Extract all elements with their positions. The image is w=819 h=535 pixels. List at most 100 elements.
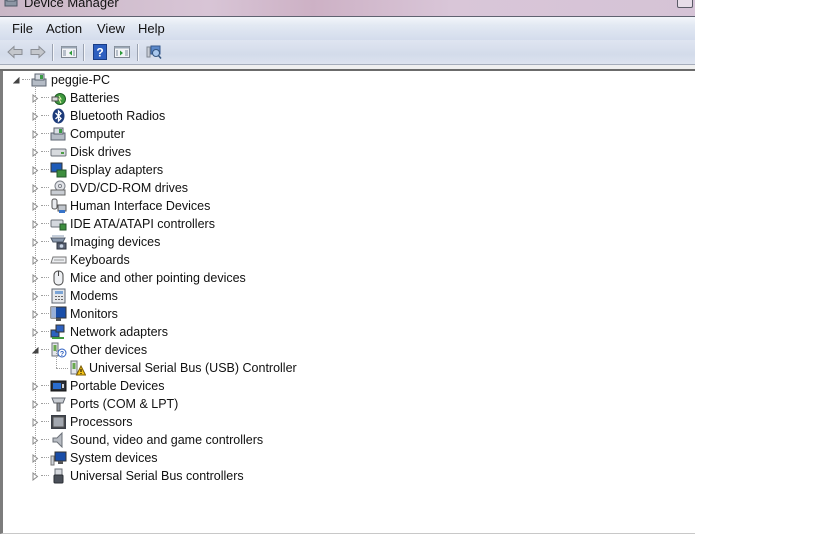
collapse-arrow-icon[interactable] (12, 76, 21, 85)
tree-item[interactable]: Sound, video and game controllers (31, 431, 263, 449)
keyboard-icon (50, 252, 67, 268)
battery-icon (50, 90, 67, 106)
ide-controller-icon (50, 216, 67, 232)
expand-arrow-icon[interactable] (31, 183, 40, 193)
tree-connector (41, 241, 49, 243)
usb-icon (50, 468, 67, 484)
expand-arrow-icon[interactable] (31, 453, 40, 463)
network-adapter-icon (50, 324, 67, 340)
expand-arrow-icon[interactable] (31, 381, 40, 391)
monitor-icon (50, 306, 67, 322)
tree-item[interactable]: Universal Serial Bus controllers (31, 467, 244, 485)
tree-connector (41, 205, 49, 207)
tree-item[interactable]: ? Other devices (31, 341, 147, 359)
expand-arrow-icon[interactable] (31, 273, 40, 283)
window-title: Device Manager (24, 0, 119, 10)
expand-arrow-icon[interactable] (31, 147, 40, 157)
tree-root[interactable]: peggie-PC (12, 71, 110, 89)
tree-connector (41, 115, 49, 117)
tree-connector (41, 439, 49, 441)
mouse-icon (50, 270, 67, 286)
expand-arrow-icon[interactable] (31, 237, 40, 247)
scan-hardware-changes-icon (146, 45, 162, 59)
tree-item[interactable]: Human Interface Devices (31, 197, 210, 215)
tree-item-label: Modems (70, 289, 118, 303)
tree-item[interactable]: Disk drives (31, 143, 131, 161)
tree-connector (41, 295, 49, 297)
tree-item[interactable]: Processors (31, 413, 133, 431)
tree-connector (41, 313, 49, 315)
back-button[interactable] (6, 43, 24, 61)
expand-arrow-icon[interactable] (31, 471, 40, 481)
tree-item[interactable]: Imaging devices (31, 233, 160, 251)
system-device-icon (50, 450, 67, 466)
tree-item[interactable]: Computer (31, 125, 125, 143)
tree-connector (41, 421, 49, 423)
tree-item[interactable]: Mice and other pointing devices (31, 269, 246, 287)
collapse-arrow-icon[interactable] (31, 346, 40, 355)
tree-item[interactable]: System devices (31, 449, 158, 467)
expand-arrow-icon[interactable] (31, 309, 40, 319)
tree-item[interactable]: Modems (31, 287, 118, 305)
back-arrow-icon (7, 45, 23, 59)
tree-item-label: Universal Serial Bus (USB) Controller (89, 361, 297, 375)
device-manager-window: Device Manager File Action View Help ? p… (0, 0, 695, 535)
tree-child-item[interactable]: Universal Serial Bus (USB) Controller (69, 359, 297, 377)
tree-item[interactable]: Batteries (31, 89, 119, 107)
tree-connector (41, 349, 49, 351)
tree-connector (22, 79, 30, 81)
tree-item-label: Human Interface Devices (70, 199, 211, 213)
help-button[interactable]: ? (91, 43, 109, 61)
warning-device-icon (69, 360, 86, 376)
tree-item-label: Universal Serial Bus controllers (70, 469, 244, 483)
menu-action[interactable]: Action (46, 21, 82, 36)
forward-button[interactable] (29, 43, 47, 61)
tree-item-label: System devices (70, 451, 158, 465)
imaging-device-icon (50, 234, 67, 250)
menu-file[interactable]: File (12, 21, 33, 36)
expand-arrow-icon[interactable] (31, 165, 40, 175)
scan-hardware-button[interactable] (145, 43, 163, 61)
expand-arrow-icon[interactable] (31, 327, 40, 337)
tree-connector (41, 331, 49, 333)
show-hide-console-tree-button[interactable] (60, 43, 78, 61)
expand-arrow-icon[interactable] (31, 201, 40, 211)
expand-arrow-icon[interactable] (31, 219, 40, 229)
computer-icon (31, 72, 48, 88)
tree-connector (41, 133, 49, 135)
display-adapter-icon (50, 162, 67, 178)
tree-item[interactable]: IDE ATA/ATAPI controllers (31, 215, 215, 233)
dvd-drive-icon (50, 180, 67, 196)
expand-arrow-icon[interactable] (31, 399, 40, 409)
tree-item[interactable]: Ports (COM & LPT) (31, 395, 178, 413)
tree-item-label: Disk drives (70, 145, 132, 159)
menu-view[interactable]: View (97, 21, 125, 36)
tree-connector (41, 277, 49, 279)
window-control-button[interactable] (677, 0, 693, 8)
expand-arrow-icon[interactable] (31, 129, 40, 139)
expand-arrow-icon[interactable] (31, 417, 40, 427)
expand-arrow-icon[interactable] (31, 435, 40, 445)
tree-item[interactable]: Display adapters (31, 161, 163, 179)
tree-item[interactable]: Keyboards (31, 251, 130, 269)
show-hide-action-pane-button[interactable] (113, 43, 131, 61)
expand-arrow-icon[interactable] (31, 111, 40, 121)
tree-item-label: Sound, video and game controllers (70, 433, 264, 447)
expand-arrow-icon[interactable] (31, 93, 40, 103)
tree-item[interactable]: DVD/CD-ROM drives (31, 179, 188, 197)
tree-item[interactable]: Monitors (31, 305, 118, 323)
menu-help[interactable]: Help (138, 21, 165, 36)
tree-connector (41, 457, 49, 459)
tree-item[interactable]: Network adapters (31, 323, 168, 341)
tree-connector (41, 187, 49, 189)
tree-item[interactable]: Bluetooth Radios (31, 107, 165, 125)
tree-item-label: Other devices (70, 343, 148, 357)
expand-arrow-icon[interactable] (31, 255, 40, 265)
tree-item[interactable]: Portable Devices (31, 377, 165, 395)
tree-item-label: peggie-PC (51, 73, 111, 87)
title-bar[interactable]: Device Manager (0, 0, 695, 16)
expand-arrow-icon[interactable] (31, 291, 40, 301)
help-icon: ? (93, 44, 107, 60)
tree-connector (41, 223, 49, 225)
show-hide-console-tree-icon (61, 46, 77, 58)
